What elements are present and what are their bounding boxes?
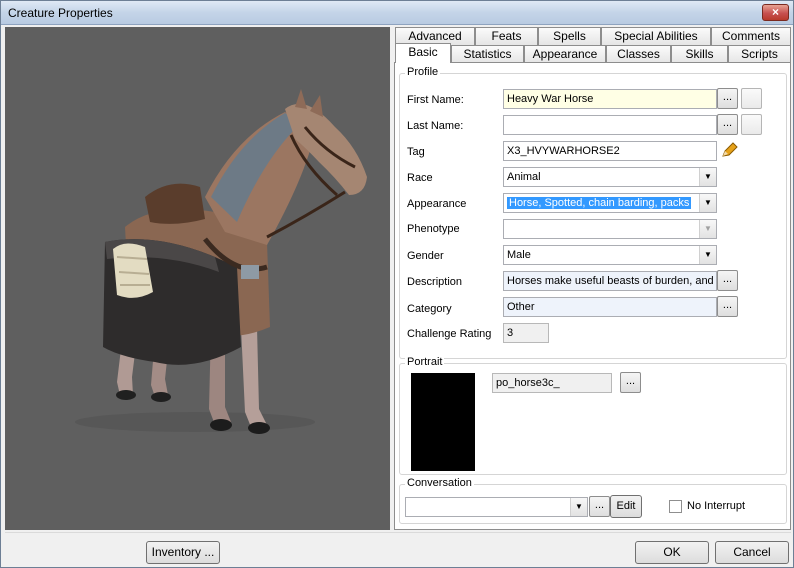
appearance-label: Appearance [407, 198, 467, 210]
footer-divider [5, 532, 791, 533]
gender-value: Male [507, 249, 531, 261]
ok-button[interactable]: OK [635, 541, 709, 564]
model-preview-viewport[interactable] [5, 27, 390, 530]
creature-properties-window: Creature Properties × Advanced Feats Spe… [0, 0, 794, 568]
last-name-browse-button[interactable]: ... [717, 114, 738, 135]
first-name-browse-button[interactable]: ... [717, 88, 738, 109]
first-name-field[interactable]: Heavy War Horse [503, 89, 717, 109]
title-bar: Creature Properties × [1, 1, 793, 25]
last-name-label: Last Name: [407, 120, 464, 132]
tag-label: Tag [407, 146, 425, 158]
conversation-browse-button[interactable]: ... [589, 496, 610, 517]
challenge-rating-field: 3 [503, 323, 549, 343]
horse-model-icon [75, 89, 367, 434]
cancel-button[interactable]: Cancel [715, 541, 789, 564]
tab-classes[interactable]: Classes [606, 45, 671, 63]
portrait-group-label: Portrait [405, 356, 445, 368]
tab-scripts[interactable]: Scripts [728, 45, 791, 63]
conversation-edit-button[interactable]: Edit [610, 495, 642, 518]
phenotype-select[interactable]: ▼ [503, 219, 717, 239]
chevron-down-icon[interactable]: ▼ [699, 194, 716, 212]
gender-label: Gender [407, 250, 444, 262]
race-select[interactable]: Animal ▼ [503, 167, 717, 187]
first-name-label: First Name: [407, 94, 464, 106]
tab-statistics[interactable]: Statistics [451, 45, 524, 63]
portrait-field: po_horse3c_ [492, 373, 612, 393]
phenotype-label: Phenotype [407, 223, 460, 235]
no-interrupt-checkbox[interactable] [669, 500, 682, 513]
conversation-group-label: Conversation [405, 477, 474, 489]
chevron-down-icon[interactable]: ▼ [699, 246, 716, 264]
no-interrupt-label: No Interrupt [687, 500, 746, 512]
close-button[interactable]: × [762, 4, 789, 21]
profile-group-label: Profile [405, 66, 441, 78]
first-name-extra-button[interactable] [741, 88, 762, 109]
tab-comments[interactable]: Comments [711, 27, 791, 45]
basic-tab-panel: Profile First Name: Heavy War Horse ... … [394, 62, 791, 530]
tab-basic[interactable]: Basic [395, 43, 451, 63]
chevron-down-icon[interactable]: ▼ [699, 168, 716, 186]
race-label: Race [407, 172, 433, 184]
inventory-button[interactable]: Inventory ... [146, 541, 220, 564]
tab-special-abilities[interactable]: Special Abilities [601, 27, 711, 45]
race-value: Animal [507, 171, 541, 183]
tab-feats[interactable]: Feats [475, 27, 538, 45]
conversation-select[interactable]: ▼ [405, 497, 588, 517]
tab-appearance[interactable]: Appearance [524, 45, 606, 63]
tab-skills[interactable]: Skills [671, 45, 728, 63]
challenge-rating-label: Challenge Rating [407, 328, 492, 340]
chevron-down-icon[interactable]: ▼ [570, 498, 587, 516]
category-field[interactable]: Other [503, 297, 717, 317]
tag-field[interactable]: X3_HVYWARHORSE2 [503, 141, 717, 161]
appearance-value: Horse, Spotted, chain barding, packs [507, 197, 692, 209]
gender-select[interactable]: Male ▼ [503, 245, 717, 265]
tab-strip: Advanced Feats Spells Special Abilities … [395, 27, 791, 63]
category-browse-button[interactable]: ... [717, 296, 738, 317]
portrait-browse-button[interactable]: ... [620, 372, 641, 393]
description-field[interactable]: Horses make useful beasts of burden, and… [503, 271, 717, 291]
appearance-select[interactable]: Horse, Spotted, chain barding, packs ▼ [503, 193, 717, 213]
chevron-down-icon[interactable]: ▼ [699, 220, 716, 238]
last-name-extra-button[interactable] [741, 114, 762, 135]
description-label: Description [407, 276, 463, 288]
portrait-image [411, 373, 475, 471]
description-browse-button[interactable]: ... [717, 270, 738, 291]
tab-spells[interactable]: Spells [538, 27, 601, 45]
pencil-icon[interactable] [719, 140, 740, 161]
category-label: Category [407, 303, 452, 315]
last-name-field[interactable] [503, 115, 717, 135]
window-title: Creature Properties [8, 6, 113, 20]
